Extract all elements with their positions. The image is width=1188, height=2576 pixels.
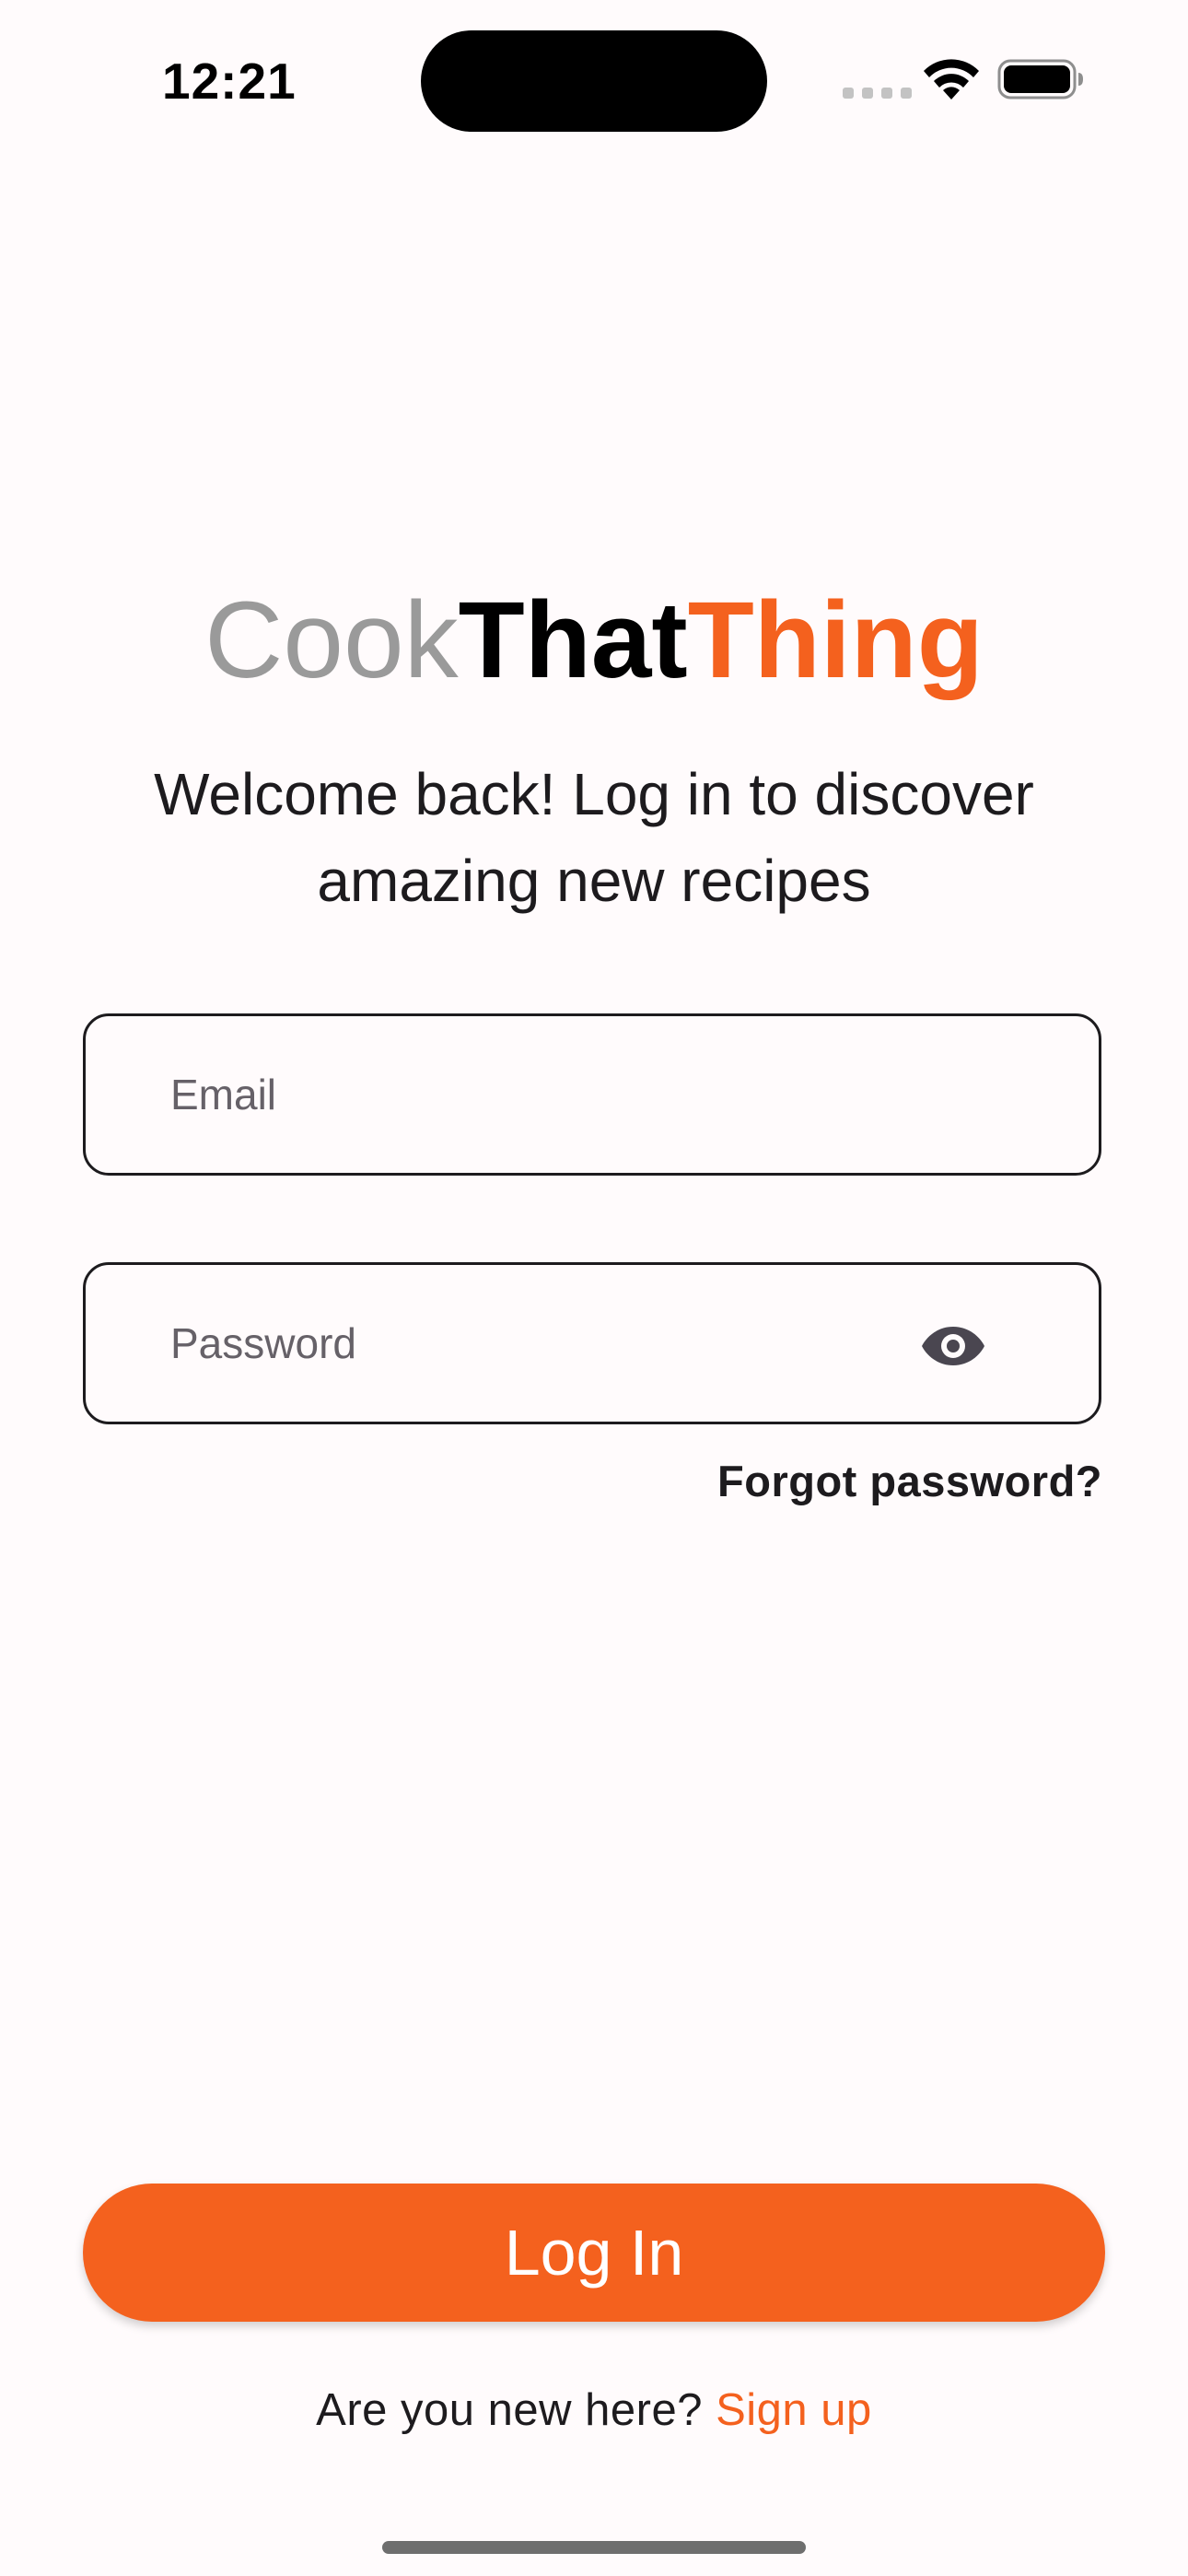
email-input[interactable] (170, 1016, 907, 1173)
dynamic-island (421, 30, 767, 132)
brand-word-that: That (458, 580, 688, 701)
password-field[interactable] (83, 1262, 1101, 1424)
brand-word-cook: Cook (204, 580, 459, 701)
wifi-icon (924, 59, 979, 100)
login-button[interactable]: Log In (83, 2184, 1105, 2322)
password-input[interactable] (170, 1265, 907, 1422)
battery-icon (997, 59, 1083, 100)
welcome-subtitle-line1: Welcome back! Log in to discover (154, 761, 1034, 827)
status-time: 12:21 (162, 53, 297, 110)
app-logo-title: CookThatThing (0, 571, 1188, 709)
show-password-button[interactable] (920, 1313, 986, 1379)
home-indicator[interactable] (382, 2541, 806, 2554)
brand-word-thing: Thing (687, 580, 984, 701)
email-field[interactable] (83, 1013, 1101, 1176)
forgot-password-link[interactable]: Forgot password? (717, 1456, 1102, 1506)
signup-prompt: Are you new here? (316, 2385, 703, 2435)
welcome-subtitle-line2: amazing new recipes (317, 848, 871, 914)
cellular-signal-icon (843, 88, 912, 99)
signup-link[interactable]: Sign up (716, 2385, 872, 2435)
welcome-subtitle: Welcome back! Log in to discover amazing… (87, 751, 1101, 924)
signup-row: Are you new here? Sign up (0, 2384, 1188, 2436)
eye-icon (922, 1327, 984, 1365)
